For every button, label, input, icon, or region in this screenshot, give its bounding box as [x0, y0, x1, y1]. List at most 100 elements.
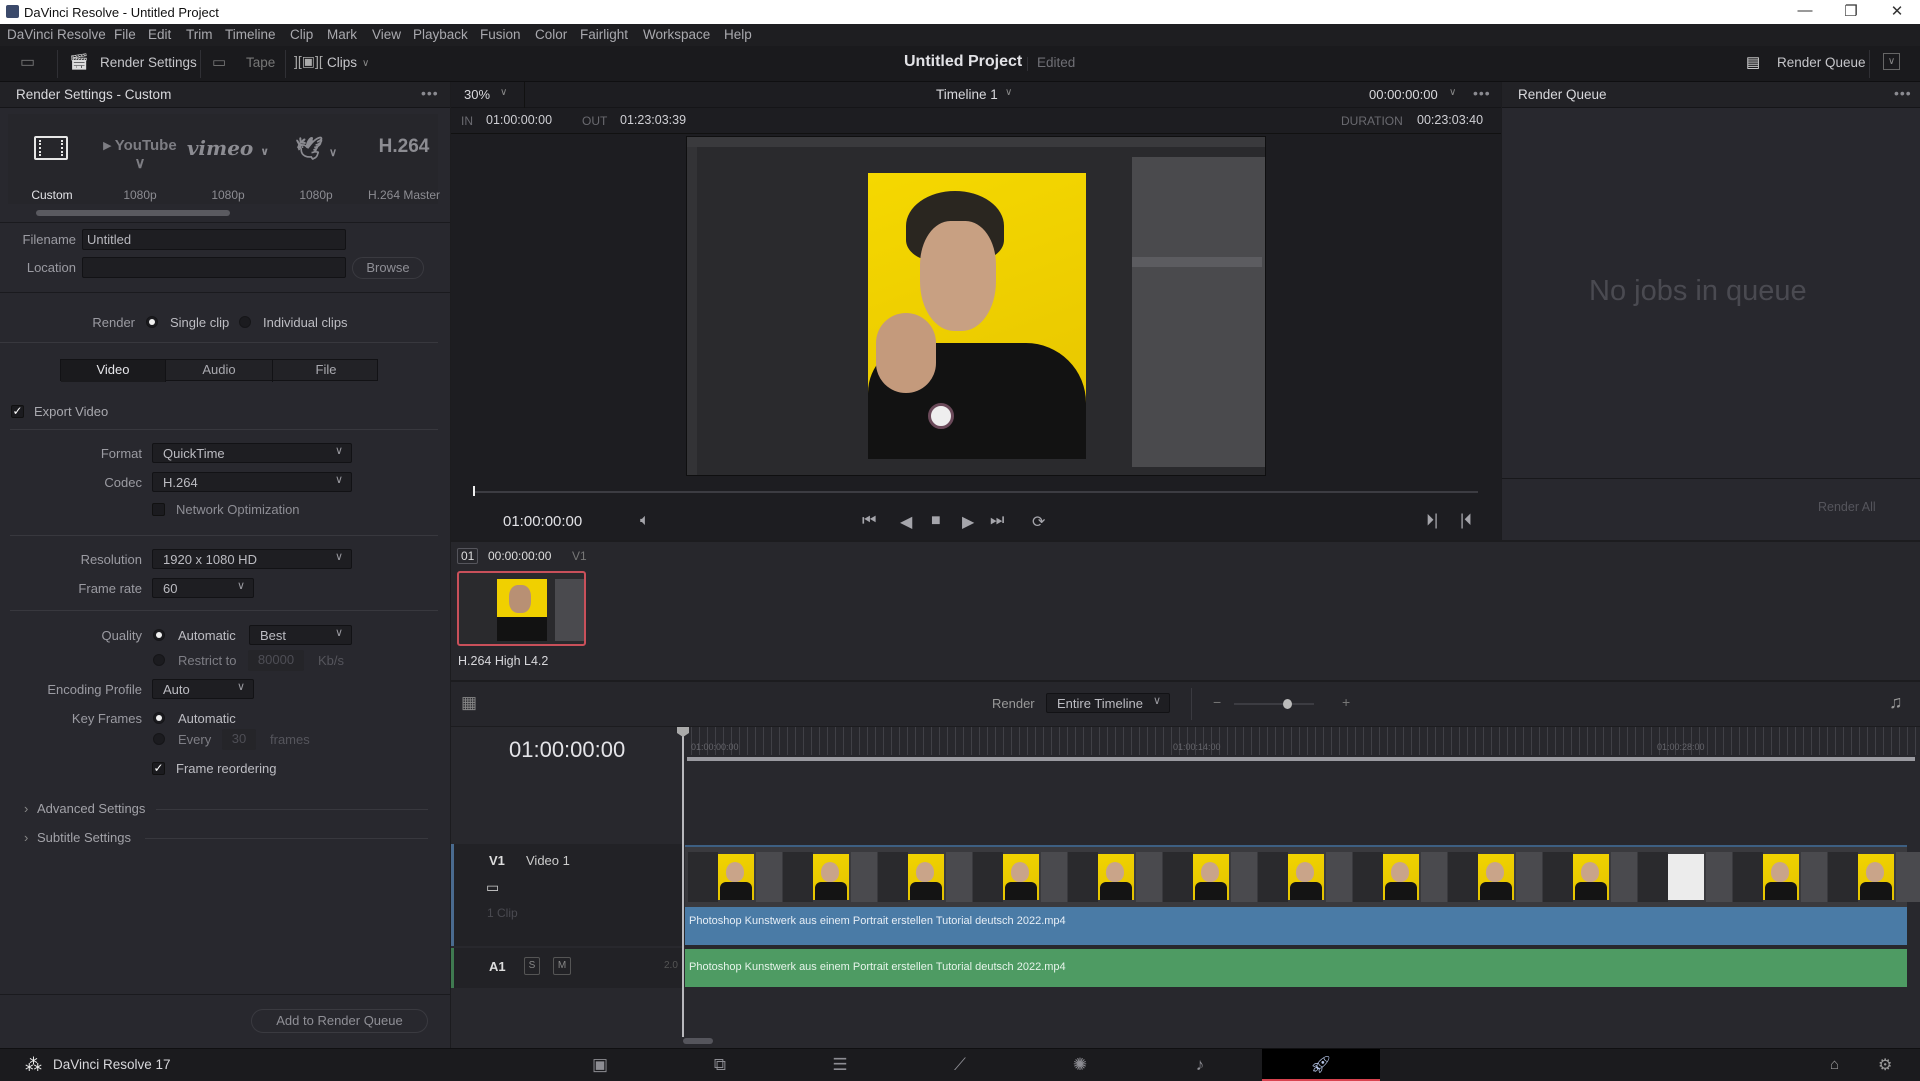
close-button[interactable]: ✕	[1882, 2, 1912, 20]
volume-icon[interactable]: 🔈︎	[640, 512, 650, 530]
render-queue-toggle[interactable]: Render Queue	[1777, 55, 1866, 70]
export-video-checkbox[interactable]: ✓	[11, 405, 24, 418]
preset-youtube[interactable]: ▸ YouTube ∨ 1080p	[96, 114, 184, 204]
play-reverse-icon[interactable]: ◀	[900, 512, 912, 532]
preset-custom[interactable]: Custom	[8, 114, 96, 204]
quality-automatic-radio[interactable]	[153, 629, 165, 641]
render-settings-toggle[interactable]: Render Settings	[100, 55, 197, 70]
encoding-profile-dropdown[interactable]: Auto ∨	[152, 679, 254, 699]
menu-fairlight[interactable]: Fairlight	[580, 27, 628, 42]
zoom-out-button[interactable]: −	[1213, 694, 1221, 710]
menu-davinci-resolve[interactable]: DaVinci Resolve	[7, 27, 106, 42]
page-media-icon[interactable]: ▣	[541, 1049, 659, 1081]
bitrate-input[interactable]: 80000	[248, 650, 304, 671]
menu-help[interactable]: Help	[724, 27, 752, 42]
play-icon[interactable]: ▶	[962, 512, 974, 532]
chevron-down-icon[interactable]: ∨	[362, 58, 369, 69]
mark-in-icon[interactable]: ⏵|	[1426, 512, 1438, 530]
location-input[interactable]	[82, 257, 346, 278]
clips-toggle[interactable]: Clips	[327, 55, 357, 70]
menu-clip[interactable]: Clip	[290, 27, 313, 42]
preset-twitter[interactable]: 🕊︎ ∨ 1080p	[272, 114, 360, 204]
audio-meter-icon[interactable]: ♫	[1889, 692, 1903, 713]
format-dropdown[interactable]: QuickTime ∨	[152, 443, 352, 463]
zoom-level[interactable]: 30%	[464, 87, 490, 102]
zoom-in-button[interactable]: +	[1342, 694, 1350, 710]
loop-icon[interactable]: ⟳	[1032, 512, 1045, 532]
keyframes-every-input[interactable]: 30	[222, 729, 256, 750]
home-icon[interactable]: ⌂	[1830, 1056, 1839, 1073]
timeline-ruler[interactable]	[683, 727, 1920, 755]
maximize-button[interactable]: ❐	[1836, 2, 1866, 20]
playhead[interactable]	[682, 727, 684, 1037]
codec-dropdown[interactable]: H.264 ∨	[152, 472, 352, 492]
render-range-dropdown[interactable]: Entire Timeline ∨	[1046, 693, 1170, 713]
timeline-selector[interactable]: Timeline 1	[936, 87, 998, 102]
timeline-view-icon[interactable]: ▦	[461, 693, 477, 713]
preset-vimeo[interactable]: vimeo ∨ 1080p	[184, 114, 272, 204]
page-color-icon[interactable]: ✺	[1021, 1049, 1139, 1081]
menu-workspace[interactable]: Workspace	[643, 27, 710, 42]
solo-button[interactable]: S	[524, 957, 540, 975]
quality-restrict-radio[interactable]	[153, 654, 165, 666]
menu-timeline[interactable]: Timeline	[225, 27, 276, 42]
advanced-settings-toggle[interactable]: Advanced Settings	[37, 801, 145, 816]
expand-icon[interactable]: ∨	[1883, 53, 1900, 70]
settings-gear-icon[interactable]: ⚙	[1878, 1055, 1892, 1075]
single-clip-radio[interactable]	[146, 316, 158, 328]
subtitle-settings-toggle[interactable]: Subtitle Settings	[37, 830, 131, 845]
preset-h264[interactable]: H.264 H.264 Master	[360, 114, 448, 204]
menu-color[interactable]: Color	[535, 27, 567, 42]
minimize-button[interactable]: —	[1790, 2, 1820, 19]
chevron-down-icon[interactable]: ∨	[1449, 87, 1456, 98]
viewer-image[interactable]	[686, 136, 1266, 476]
page-fairlight-icon[interactable]: ♪	[1141, 1049, 1259, 1081]
tab-file[interactable]: File	[273, 360, 379, 382]
menu-trim[interactable]: Trim	[186, 27, 213, 42]
jump-to-end-icon[interactable]: ⏭	[990, 512, 1004, 530]
network-optimization-checkbox[interactable]	[152, 503, 165, 516]
viewer-scrubber[interactable]	[473, 491, 1478, 493]
page-edit-icon[interactable]: ☰	[781, 1049, 899, 1081]
menu-edit[interactable]: Edit	[148, 27, 171, 42]
clip-thumbnail[interactable]	[457, 571, 586, 646]
timeline-scrollbar[interactable]	[683, 1038, 713, 1044]
panel-toggle-icon[interactable]: ▭	[20, 52, 35, 72]
individual-clips-radio[interactable]	[239, 316, 251, 328]
viewer-timecode[interactable]: 00:00:00:00	[1369, 87, 1438, 102]
framerate-dropdown[interactable]: 60 ∨	[152, 578, 254, 598]
stop-icon[interactable]: ■	[931, 512, 941, 530]
menu-playback[interactable]: Playback	[413, 27, 468, 42]
tape-toggle[interactable]: Tape	[246, 55, 275, 70]
chevron-right-icon[interactable]: ›	[24, 801, 28, 816]
more-options-icon[interactable]: •••	[1473, 85, 1491, 101]
render-all-button[interactable]: Render All	[1818, 500, 1876, 514]
add-to-render-queue-button[interactable]: Add to Render Queue	[251, 1009, 428, 1033]
browse-button[interactable]: Browse	[352, 257, 424, 279]
menu-file[interactable]: File	[114, 27, 136, 42]
page-cut-icon[interactable]: ⧉	[661, 1049, 779, 1081]
mark-out-icon[interactable]: |⏴	[1460, 512, 1472, 530]
chevron-right-icon[interactable]: ›	[24, 830, 28, 845]
zoom-slider-handle[interactable]	[1283, 699, 1292, 709]
menu-view[interactable]: View	[372, 27, 401, 42]
tab-video[interactable]: Video	[61, 360, 166, 382]
menu-mark[interactable]: Mark	[327, 27, 357, 42]
mute-button[interactable]: M	[553, 957, 571, 975]
audio-clip[interactable]: Photoshop Kunstwerk aus einem Portrait e…	[685, 949, 1907, 987]
frame-reordering-checkbox[interactable]: ✓	[152, 762, 165, 775]
preset-scrollbar[interactable]	[36, 210, 230, 216]
more-options-icon[interactable]: •••	[1894, 85, 1912, 101]
keyframes-every-radio[interactable]	[153, 733, 165, 745]
chevron-down-icon[interactable]: ∨	[500, 87, 507, 98]
jump-to-start-icon[interactable]: ⏮	[862, 512, 876, 530]
tab-audio[interactable]: Audio	[166, 360, 273, 382]
filename-input[interactable]: Untitled	[82, 229, 346, 250]
more-options-icon[interactable]: •••	[421, 85, 439, 101]
page-fusion-icon[interactable]: ⟋	[901, 1049, 1019, 1081]
zoom-slider[interactable]	[1234, 703, 1314, 705]
resolution-dropdown[interactable]: 1920 x 1080 HD ∨	[152, 549, 352, 569]
page-deliver-icon[interactable]: 🚀︎	[1262, 1049, 1380, 1081]
scrubber-playhead[interactable]	[473, 486, 475, 496]
menu-fusion[interactable]: Fusion	[480, 27, 521, 42]
